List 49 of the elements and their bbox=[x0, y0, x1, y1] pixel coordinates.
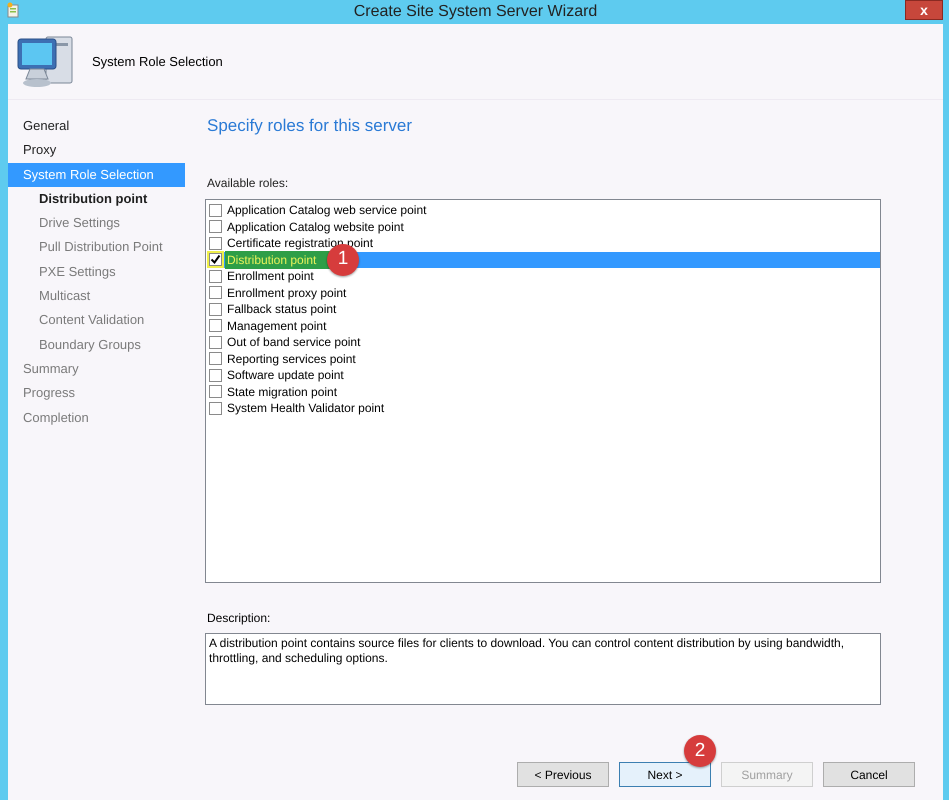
description-text: A distribution point contains source files for clients to download. You can control content distribution by using bandwidth, throttling, and scheduling options. bbox=[205, 633, 881, 705]
checkbox[interactable] bbox=[209, 286, 222, 300]
close-button[interactable]: x bbox=[905, 0, 943, 20]
checkbox[interactable] bbox=[209, 352, 222, 366]
wizard-button[interactable]: < Previous bbox=[517, 762, 609, 787]
checkbox[interactable] bbox=[209, 368, 222, 382]
checkbox[interactable] bbox=[209, 385, 222, 398]
nav-item[interactable]: Completion bbox=[8, 406, 185, 430]
callout-badge: 2 bbox=[684, 735, 716, 767]
nav-item[interactable]: Multicast bbox=[8, 284, 185, 308]
checkbox[interactable] bbox=[209, 220, 222, 234]
nav-item[interactable]: Content Validation bbox=[8, 308, 185, 333]
role-row[interactable]: Software update point bbox=[209, 367, 880, 384]
nav-item[interactable]: Progress bbox=[8, 381, 185, 406]
checkbox[interactable] bbox=[209, 336, 222, 349]
checkbox[interactable] bbox=[209, 302, 222, 316]
nav-item[interactable]: Drive Settings bbox=[8, 211, 185, 236]
page-header-title: System Role Selection bbox=[92, 52, 223, 71]
nav-item[interactable]: Distribution point bbox=[8, 186, 185, 212]
role-row[interactable]: System Health Validator point bbox=[209, 400, 880, 416]
list-label: Available roles: bbox=[207, 175, 290, 192]
role-row[interactable]: Application Catalog website point bbox=[209, 218, 880, 235]
checkbox[interactable] bbox=[209, 204, 222, 217]
role-row[interactable]: Application Catalog web service point bbox=[209, 202, 880, 218]
role-row[interactable]: Enrollment point bbox=[209, 268, 880, 284]
window-title: Create Site System Server Wizard bbox=[354, 2, 598, 22]
checkbox[interactable] bbox=[209, 319, 222, 332]
roles-list[interactable] bbox=[205, 199, 881, 583]
nav-item[interactable]: Pull Distribution Point bbox=[8, 235, 185, 260]
nav-item[interactable]: Boundary Groups bbox=[8, 332, 185, 357]
wizard-button[interactable]: Next > bbox=[619, 762, 711, 787]
nav-item[interactable]: General bbox=[8, 114, 185, 138]
description-label: Description: bbox=[207, 610, 272, 627]
role-row[interactable]: Fallback status point bbox=[209, 301, 880, 318]
nav-item[interactable]: PXE Settings bbox=[8, 260, 185, 284]
role-row[interactable]: Enrollment proxy point bbox=[209, 284, 880, 301]
checkbox[interactable] bbox=[209, 402, 222, 415]
wizard-button[interactable]: Cancel bbox=[823, 762, 915, 787]
role-row[interactable]: Management point bbox=[209, 318, 880, 334]
checkbox[interactable] bbox=[209, 236, 222, 250]
checkbox[interactable] bbox=[209, 270, 222, 283]
page-heading: Specify roles for this server bbox=[207, 116, 414, 137]
role-row[interactable]: State migration point bbox=[209, 384, 880, 400]
app-icon bbox=[6, 2, 20, 18]
nav-item[interactable]: Summary bbox=[8, 356, 185, 382]
checkbox[interactable] bbox=[209, 253, 222, 266]
nav-item[interactable]: Proxy bbox=[8, 138, 185, 163]
role-row[interactable]: Out of band service point bbox=[209, 334, 880, 350]
role-row[interactable]: Reporting services point bbox=[209, 350, 880, 367]
